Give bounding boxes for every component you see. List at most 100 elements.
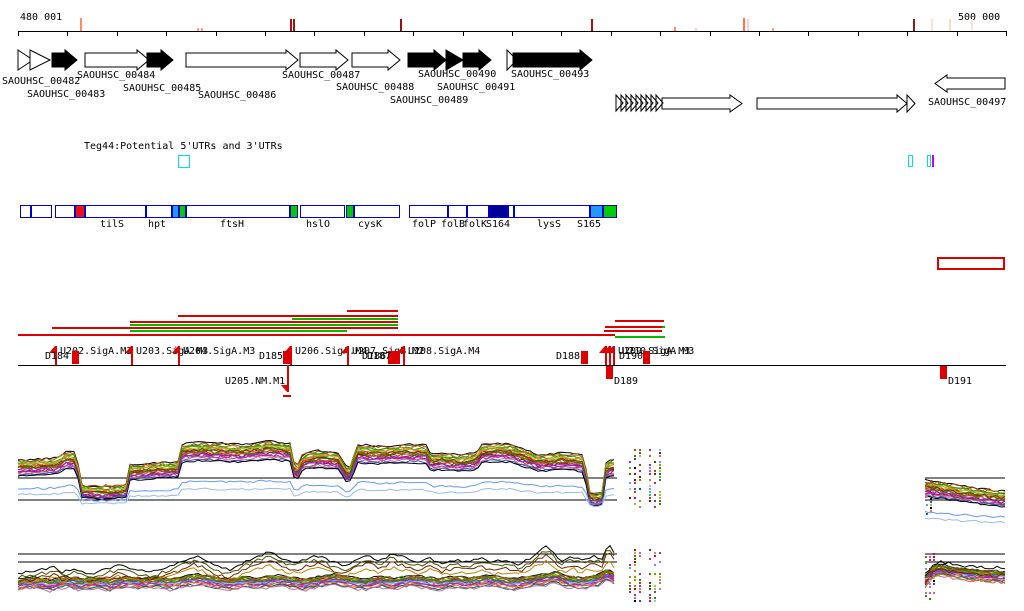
sample-dot [629,567,631,569]
sample-dot [659,494,661,496]
operon-box[interactable] [85,205,146,218]
operon-box[interactable] [55,205,75,218]
tss-flag[interactable] [178,346,180,365]
sample-dot [659,491,661,493]
utr-box[interactable] [908,155,913,167]
operon-box[interactable] [590,205,603,218]
repeat-zigzag-icon[interactable] [615,93,624,113]
terminator-label[interactable]: D185 [259,351,283,362]
operon-box[interactable] [354,205,400,218]
terminator-label[interactable]: D188 [556,351,580,362]
tss-flag[interactable] [347,346,349,365]
operon-box[interactable] [489,205,508,218]
sample-dot [926,504,928,506]
terminator-label[interactable]: D190 [619,351,643,362]
tss-flag[interactable] [131,346,133,365]
sample-dot [925,562,927,564]
terminator-mark[interactable] [72,351,79,364]
gene-arrow-SAOUHSC_00496b[interactable] [906,93,916,114]
sample-dot [933,574,935,576]
sample-dot [930,489,932,491]
operon-gene-label: tilS [100,219,125,230]
operon-box[interactable] [146,205,172,218]
utr-box[interactable] [927,155,931,167]
sample-dot [930,498,932,500]
read-line [130,324,398,326]
sample-dot [659,476,661,478]
tss-flag-head [341,346,347,353]
sample-dot [659,552,661,554]
operon-box[interactable] [448,205,467,218]
gene-arrow-SAOUHSC_00486[interactable] [185,48,299,72]
gene-arrow-SAOUHSC_00493[interactable] [512,48,593,72]
operon-box[interactable] [172,205,179,218]
operon-box[interactable] [20,205,31,218]
tss-flag[interactable] [290,346,292,365]
feature-label-below[interactable]: U205.NM.M1 [225,376,285,387]
terminator-mark[interactable] [393,351,400,364]
sample-dot [649,491,651,493]
utr-mark[interactable] [932,155,934,167]
operon-box[interactable] [186,205,290,218]
operon-box[interactable] [603,205,617,218]
gene-arrow-SAOUHSC_00496[interactable] [756,93,908,114]
terminator-mark[interactable] [283,351,290,364]
terminator-mark[interactable] [581,351,588,364]
operon-box[interactable] [290,205,298,218]
gene-arrow-SAOUHSC_00490[interactable] [445,49,464,71]
sample-dot [634,467,636,469]
repeat-zigzag-icon[interactable] [620,93,629,113]
gene-arrow-SAOUHSC_00491[interactable] [462,48,492,72]
operon-gene-label: folB [441,219,466,230]
read-line [662,326,665,328]
feature-label-below[interactable]: D189 [614,376,638,387]
sample-dot [634,576,636,578]
terminator-mark[interactable] [643,351,650,364]
operon-box[interactable] [75,205,85,218]
gene-arrow-SAOUHSC_00483a[interactable] [29,49,52,71]
operon-box[interactable] [31,205,52,218]
gene-arrow-SAOUHSC_00497[interactable] [934,74,1006,93]
feature-label-below[interactable]: D191 [948,376,972,387]
operon-gene-label: hpt [148,219,167,230]
gene-arrow-SAOUHSC_00487[interactable] [299,48,349,72]
repeat-zigzag-icon[interactable] [640,93,649,113]
repeat-zigzag-icon[interactable] [650,93,659,113]
tss-flag-head [281,385,287,392]
sample-dot [634,555,636,557]
repeat-zigzag-icon[interactable] [625,93,634,113]
operon-box[interactable] [300,205,345,218]
operon-box[interactable] [514,205,590,218]
terminator-mark[interactable] [606,366,613,379]
utr-box[interactable] [178,155,190,168]
repeat-zigzag-icon[interactable] [645,93,654,113]
sample-dot [639,506,641,508]
gene-arrow-SAOUHSC_00485[interactable] [146,48,174,72]
gene-arrow-SAOUHSC_00494[interactable] [661,94,743,113]
tss-flag[interactable] [287,365,289,392]
terminator-label[interactable]: D187 [367,351,391,362]
gene-arrow-SAOUHSC_00485a[interactable] [84,48,150,72]
tss-flag[interactable] [403,346,405,365]
prediction-box[interactable] [937,257,1005,270]
gene-arrow-SAOUHSC_00489[interactable] [407,48,447,72]
repeat-zigzag-icon[interactable] [630,93,639,113]
operon-box[interactable] [409,205,448,218]
sample-dot [659,455,661,457]
gene-label: SAOUHSC_00491 [437,82,516,93]
repeat-zigzag-icon[interactable] [635,93,644,113]
tss-label[interactable]: U204.SigA.M3 [183,346,255,357]
tss-flag[interactable] [613,346,615,365]
operon-box[interactable] [467,205,489,218]
read-line [130,330,347,332]
operon-box[interactable] [346,205,354,218]
gene-arrow-SAOUHSC_00488[interactable] [351,48,401,72]
operon-box[interactable] [179,205,186,218]
terminator-mark[interactable] [940,366,947,379]
gene-arrow-SAOUHSC_00484[interactable] [51,48,78,72]
sample-dot [930,510,932,512]
tss-label[interactable]: U208.SigA.M4 [408,346,480,357]
terminator-label[interactable]: D184 [45,351,69,362]
gene-label: SAOUHSC_00489 [390,95,469,106]
tss-label[interactable]: U202.SigA.M3 [60,346,132,357]
